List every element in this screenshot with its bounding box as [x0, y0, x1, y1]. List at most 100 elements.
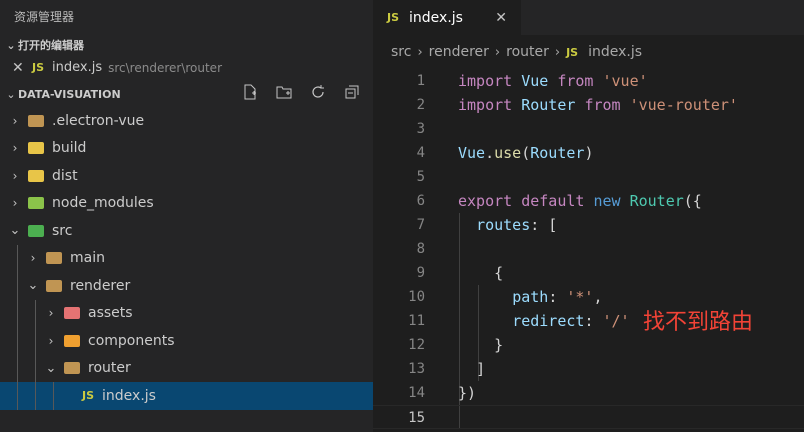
annotation-text: 找不到路由	[643, 310, 754, 335]
line-number: 7	[416, 217, 425, 233]
line-number: 9	[416, 265, 425, 281]
code-token: })	[458, 384, 477, 402]
folder-icon	[64, 307, 80, 320]
code-token: {	[494, 264, 504, 282]
chevron-right-icon: ›	[417, 44, 423, 60]
js-file-icon: JS	[566, 45, 579, 59]
code-line: 8	[373, 237, 804, 261]
tree-indent-guide	[17, 327, 18, 355]
tree-folder-item[interactable]: › assets	[0, 299, 373, 327]
code-line: 13 ]	[373, 357, 804, 381]
code-token: redirect	[512, 312, 585, 330]
tree-indent-guide	[17, 354, 18, 382]
tree-item-label: src	[52, 222, 73, 239]
folder-icon	[46, 252, 62, 265]
code-token: :	[548, 288, 567, 306]
breadcrumb-item[interactable]: router	[506, 44, 549, 60]
code-token: Router	[530, 144, 585, 162]
tree-file-item[interactable]: JS index.js	[0, 382, 373, 410]
tree-folder-item[interactable]: ⌄ src	[0, 217, 373, 245]
code-token: default	[521, 192, 585, 210]
tree-folder-item[interactable]: ⌄ router	[0, 354, 373, 382]
refresh-icon[interactable]	[307, 84, 329, 104]
tree-folder-item[interactable]: › dist	[0, 162, 373, 190]
chevron-right-icon: ›	[494, 44, 501, 60]
tree-folder-item[interactable]: › main	[0, 244, 373, 272]
line-number: 14	[408, 385, 425, 401]
code-line-current: 15	[373, 405, 804, 429]
chevron-down-icon: ⌄	[6, 87, 16, 101]
tree-folder-item[interactable]: › components	[0, 327, 373, 355]
line-number: 4	[416, 145, 425, 161]
line-number: 8	[416, 241, 425, 257]
tab-bar: JS index.js ✕	[373, 0, 804, 35]
chevron-down-icon: ⌄	[9, 223, 21, 239]
code-line: 9 {	[373, 261, 804, 285]
tree-indent-guide	[35, 299, 36, 327]
sidebar-title: 资源管理器	[14, 10, 75, 24]
line-number: 5	[416, 169, 425, 185]
code-token: '*'	[566, 288, 594, 306]
tree-indent-guide	[35, 382, 36, 410]
chevron-down-icon: ⌄	[27, 278, 39, 294]
line-number: 6	[416, 193, 425, 209]
close-icon[interactable]: ✕	[495, 10, 507, 26]
tab-label: index.js	[409, 9, 463, 26]
code-token: use	[494, 144, 522, 162]
chevron-right-icon: ›	[12, 196, 18, 211]
open-editor-filename: index.js	[52, 60, 103, 75]
tree-item-label: router	[88, 360, 131, 377]
breadcrumb-item[interactable]: index.js	[588, 44, 642, 60]
code-editor[interactable]: 1 import Vue from 'vue' 2 import Router fr…	[373, 69, 804, 429]
tree-indent-guide	[17, 244, 18, 272]
tree-folder-item[interactable]: ⌄ renderer	[0, 272, 373, 300]
line-number: 3	[416, 121, 425, 137]
code-token: :	[584, 312, 603, 330]
tree-indent-guide	[17, 299, 18, 327]
breadcrumb-item[interactable]: renderer	[429, 44, 489, 60]
chevron-right-icon: ›	[48, 333, 54, 348]
code-token: routes	[476, 216, 531, 234]
new-file-icon[interactable]	[239, 84, 261, 104]
close-icon[interactable]: ✕	[12, 57, 26, 79]
line-number: 15	[408, 410, 425, 426]
chevron-right-icon: ›	[12, 113, 18, 128]
breadcrumb: src › renderer › router › JS index.js	[373, 35, 804, 69]
chevron-right-icon: ›	[48, 306, 54, 321]
tree-folder-item[interactable]: › build	[0, 135, 373, 163]
line-number: 1	[416, 73, 425, 89]
chevron-right-icon: ›	[12, 141, 18, 156]
new-folder-icon[interactable]	[273, 84, 295, 104]
code-token: Vue	[458, 144, 486, 162]
tree-folder-item[interactable]: › .electron-vue	[0, 107, 373, 135]
explorer-sidebar: 资源管理器 ⌄ 打开的编辑器 ✕ JS index.js src\rendere…	[0, 0, 373, 432]
tree-folder-item[interactable]: › node_modules	[0, 190, 373, 218]
code-token: from	[584, 96, 621, 114]
folder-icon	[28, 142, 44, 155]
js-file-icon: JS	[82, 389, 95, 403]
folder-icon	[64, 362, 80, 375]
code-line: 7 routes: [	[373, 213, 804, 237]
code-token: from	[557, 72, 594, 90]
js-file-icon: JS	[387, 11, 400, 24]
file-tree: › .electron-vue › build › dist › node_modules ⌄ s…	[0, 107, 373, 410]
code-token: import	[458, 72, 513, 90]
code-token: : [	[530, 216, 558, 234]
open-editors-header[interactable]: ⌄ 打开的编辑器	[0, 35, 373, 57]
code-token: export	[458, 192, 513, 210]
line-number: 11	[408, 313, 425, 329]
code-token: '/'	[602, 312, 630, 330]
code-token: path	[512, 288, 549, 306]
code-token: ({	[683, 192, 702, 210]
line-number: 12	[408, 337, 425, 353]
explorer-project-header[interactable]: ⌄ DATA-VISUATION	[0, 83, 373, 105]
tree-item-label: components	[88, 332, 175, 349]
open-editor-item[interactable]: ✕ JS index.js src\renderer\router	[0, 57, 373, 79]
collapse-all-icon[interactable]	[341, 84, 363, 104]
code-token: new	[593, 192, 621, 210]
breadcrumb-item[interactable]: src	[391, 44, 411, 60]
folder-icon	[46, 279, 62, 292]
tab-index-js[interactable]: JS index.js ✕	[373, 0, 521, 35]
code-line: 6 export default new Router({	[373, 189, 804, 213]
folder-icon	[28, 114, 44, 127]
